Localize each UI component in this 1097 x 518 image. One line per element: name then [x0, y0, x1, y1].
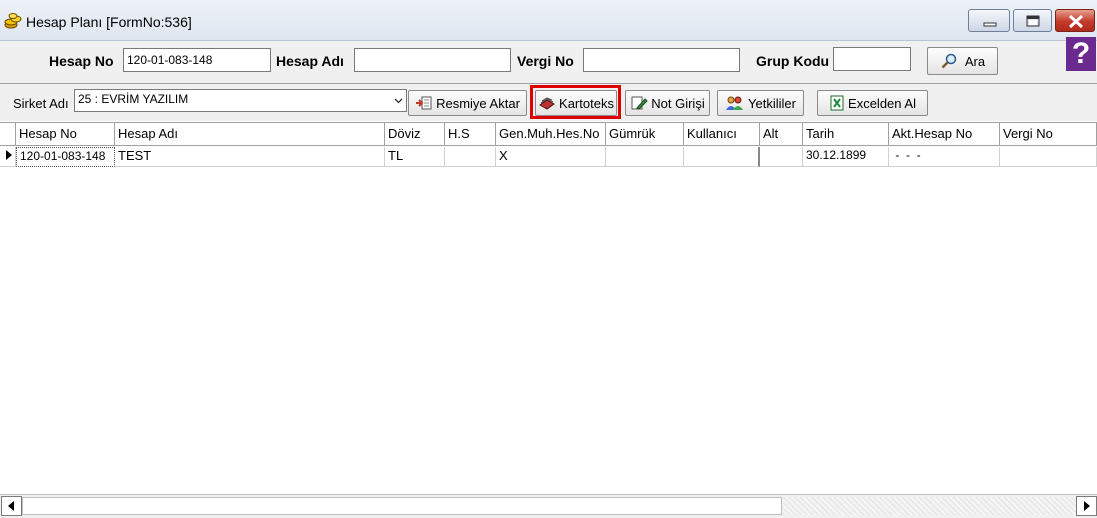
- cell-hesap-no[interactable]: 120-01-083-148: [16, 147, 115, 167]
- magnifier-icon: [941, 53, 957, 69]
- maximize-button[interactable]: [1013, 9, 1052, 32]
- cell-hs[interactable]: [445, 147, 496, 167]
- close-icon: [1068, 14, 1084, 29]
- vergi-no-input[interactable]: [583, 48, 740, 72]
- minimize-icon: [983, 22, 997, 27]
- arrow-left-icon: [8, 501, 14, 511]
- hesap-no-label: Hesap No: [49, 53, 114, 69]
- row-indicator: [0, 147, 16, 167]
- ara-label: Ara: [964, 53, 986, 69]
- scroll-right-button[interactable]: [1076, 496, 1097, 516]
- vergi-no-label: Vergi No: [517, 53, 574, 69]
- search-bar: Hesap No Hesap Adı Vergi No Grup Kodu Ar…: [0, 41, 1097, 84]
- cell-doviz[interactable]: TL: [385, 147, 445, 167]
- col-header-hesap-no[interactable]: Hesap No: [16, 123, 115, 146]
- scroll-left-button[interactable]: [1, 496, 22, 516]
- cell-tarih[interactable]: 30.12.1899: [803, 147, 889, 167]
- cell-vergi-no[interactable]: [1000, 147, 1097, 167]
- ara-button[interactable]: Ara: [927, 47, 998, 75]
- help-button[interactable]: ?: [1066, 37, 1096, 71]
- row-indicator-header: [0, 123, 16, 146]
- scroll-thumb[interactable]: [22, 497, 782, 515]
- cell-gen-muh-hes-no[interactable]: X: [496, 147, 606, 167]
- col-header-kullanici[interactable]: Kullanıcı: [684, 123, 760, 146]
- caret-right-icon: [6, 150, 12, 160]
- kartoteks-button[interactable]: Kartoteks: [535, 90, 617, 116]
- scroll-track[interactable]: [783, 497, 1076, 515]
- close-button[interactable]: [1055, 9, 1095, 32]
- hesap-no-input[interactable]: [123, 48, 271, 72]
- title-bar: Hesap Planı [FormNo:536]: [0, 0, 1097, 41]
- transfer-document-icon: [416, 96, 432, 110]
- col-header-alt[interactable]: Alt: [760, 123, 803, 146]
- sirket-label: Sirket Adı: [13, 96, 69, 111]
- not-girisi-button[interactable]: Not Girişi: [625, 90, 710, 116]
- resmiye-aktar-button[interactable]: Resmiye Aktar: [408, 90, 527, 116]
- col-header-akt-hesap-no[interactable]: Akt.Hesap No: [889, 123, 1000, 146]
- cell-gumruk[interactable]: [606, 147, 684, 167]
- window-title: Hesap Planı [FormNo:536]: [26, 14, 192, 30]
- accounts-grid: Hesap No Hesap Adı Döviz H.S Gen.Muh.Hes…: [0, 122, 1097, 495]
- chevron-down-icon: [394, 98, 403, 104]
- not-girisi-label: Not Girişi: [651, 95, 705, 111]
- sirket-value: 25 : EVRİM YAZILIM: [78, 92, 189, 106]
- yetkililer-label: Yetkililer: [748, 95, 796, 111]
- toolbar: Sirket Adı 25 : EVRİM YAZILIM Resmiye Ak…: [0, 84, 1097, 121]
- col-header-tarih[interactable]: Tarih: [803, 123, 889, 146]
- col-header-gumruk[interactable]: Gümrük: [606, 123, 684, 146]
- note-pencil-icon: [631, 96, 648, 110]
- maximize-icon: [1026, 15, 1040, 27]
- kartoteks-label: Kartoteks: [559, 95, 614, 111]
- hesap-adi-label: Hesap Adı: [276, 53, 344, 69]
- sirket-combobox[interactable]: 25 : EVRİM YAZILIM: [74, 89, 407, 112]
- cell-kullanici[interactable]: [684, 147, 760, 167]
- users-icon: [726, 96, 744, 110]
- yetkililer-button[interactable]: Yetkililer: [717, 90, 804, 116]
- col-header-doviz[interactable]: Döviz: [385, 123, 445, 146]
- excelden-al-button[interactable]: Excelden Al: [817, 90, 928, 116]
- horizontal-scrollbar[interactable]: [0, 494, 1097, 518]
- resmiye-aktar-label: Resmiye Aktar: [436, 95, 520, 111]
- card-file-icon: [539, 97, 555, 110]
- help-icon: ?: [1071, 37, 1091, 70]
- minimize-button[interactable]: [968, 9, 1010, 32]
- excel-icon: [830, 95, 844, 111]
- excelden-al-label: Excelden Al: [848, 95, 916, 111]
- coins-icon: [4, 13, 22, 29]
- hesap-adi-input[interactable]: [354, 48, 511, 72]
- col-header-vergi-no[interactable]: Vergi No: [1000, 123, 1097, 146]
- grup-kodu-input[interactable]: [833, 47, 911, 71]
- cell-akt-hesap-no[interactable]: - - -: [889, 147, 1000, 167]
- cell-hesap-adi[interactable]: TEST: [115, 147, 385, 167]
- arrow-right-icon: [1084, 501, 1090, 511]
- col-header-hs[interactable]: H.S: [445, 123, 496, 146]
- cell-alt[interactable]: [760, 147, 803, 167]
- col-header-hesap-adi[interactable]: Hesap Adı: [115, 123, 385, 146]
- grup-kodu-label: Grup Kodu: [756, 53, 830, 69]
- col-header-gen-muh-hes-no[interactable]: Gen.Muh.Hes.No: [496, 123, 606, 146]
